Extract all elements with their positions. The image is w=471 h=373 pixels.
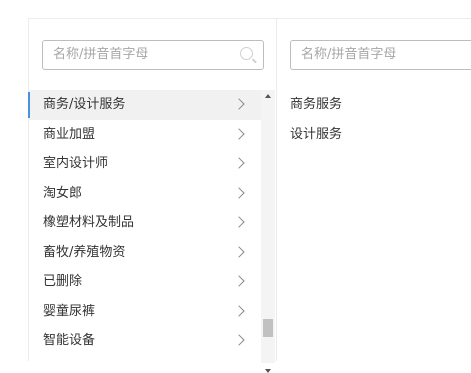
category-item-label: 婴童尿裤: [43, 303, 96, 319]
category-item-label: 橡塑材料及制品: [43, 215, 135, 230]
subcategory-item[interactable]: 设计服务: [290, 120, 342, 150]
category-item-label: 畜牧/养殖物资: [43, 244, 126, 260]
search-placeholder: 名称/拼音首字母: [53, 47, 149, 62]
category-item[interactable]: 智能设备: [29, 326, 261, 356]
category-panel-level1: 名称/拼音首字母 商务/设计服务 商业加盟 室内设计师 淘女郎 橡塑材料及制品 …: [28, 18, 277, 373]
category-item[interactable]: 室内设计师: [29, 149, 261, 179]
category-item[interactable]: 商业加盟: [29, 120, 261, 150]
category-item-label: 室内设计师: [43, 156, 109, 171]
category-item[interactable]: 婴童尿裤: [29, 297, 261, 327]
search-placeholder: 名称/拼音首字母: [301, 47, 397, 62]
category-item-label: 已删除: [43, 274, 83, 289]
scrollbar-thumb[interactable]: [263, 319, 273, 337]
search-icon[interactable]: [240, 47, 253, 60]
chevron-right-icon: [233, 304, 245, 317]
scroll-up-arrow-icon[interactable]: [265, 94, 271, 98]
subcategory-list: 商务服务 设计服务: [290, 90, 342, 149]
subcategory-item[interactable]: 商务服务: [290, 90, 342, 120]
chevron-right-icon: [233, 127, 245, 140]
category-panel-level2: 名称/拼音首字母 商务服务 设计服务: [277, 18, 471, 361]
chevron-right-icon: [233, 157, 245, 169]
scroll-down-arrow-icon[interactable]: [265, 369, 271, 373]
chevron-right-icon: [233, 216, 245, 228]
chevron-right-icon: [233, 98, 245, 110]
chevron-right-icon: [233, 186, 245, 199]
category-item-label: 商业加盟: [43, 126, 96, 142]
category-search-input[interactable]: 名称/拼音首字母: [42, 40, 264, 70]
category-list: 商务/设计服务 商业加盟 室内设计师 淘女郎 橡塑材料及制品 畜牧/养殖物资 已…: [28, 90, 261, 356]
category-item[interactable]: 已删除: [29, 267, 261, 297]
category-item[interactable]: 淘女郎: [29, 179, 261, 209]
chevron-right-icon: [233, 275, 245, 287]
subcategory-search-input[interactable]: 名称/拼音首字母: [290, 40, 471, 70]
category-item[interactable]: 商务/设计服务: [28, 90, 261, 120]
chevron-right-icon: [233, 334, 245, 346]
category-item-label: 商务/设计服务: [43, 97, 126, 112]
category-item[interactable]: 橡塑材料及制品: [29, 208, 261, 238]
category-list-scrollbar[interactable]: [261, 90, 275, 373]
chevron-right-icon: [233, 245, 245, 258]
category-item-label: 智能设备: [43, 333, 96, 348]
category-item-label: 淘女郎: [43, 185, 83, 201]
category-item[interactable]: 畜牧/养殖物资: [29, 238, 261, 268]
